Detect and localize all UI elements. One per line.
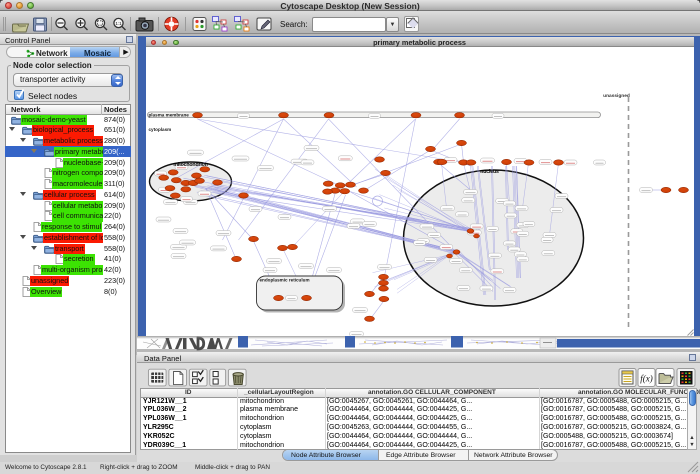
svg-text:f(x): f(x) [640, 374, 653, 384]
svg-text:Search:: Search: [280, 20, 308, 29]
svg-text:nucleus: nucleus [480, 169, 499, 175]
svg-text:plasma membrane: plasma membrane [148, 113, 189, 118]
svg-text:cytoplasm: cytoplasm [148, 127, 171, 132]
svg-text:endoplasmic reticulum: endoplasmic reticulum [259, 278, 309, 283]
svg-text:1:1: 1:1 [115, 21, 122, 26]
svg-text:unassigned: unassigned [603, 93, 630, 99]
svg-text:mitochondrion: mitochondrion [173, 162, 207, 168]
